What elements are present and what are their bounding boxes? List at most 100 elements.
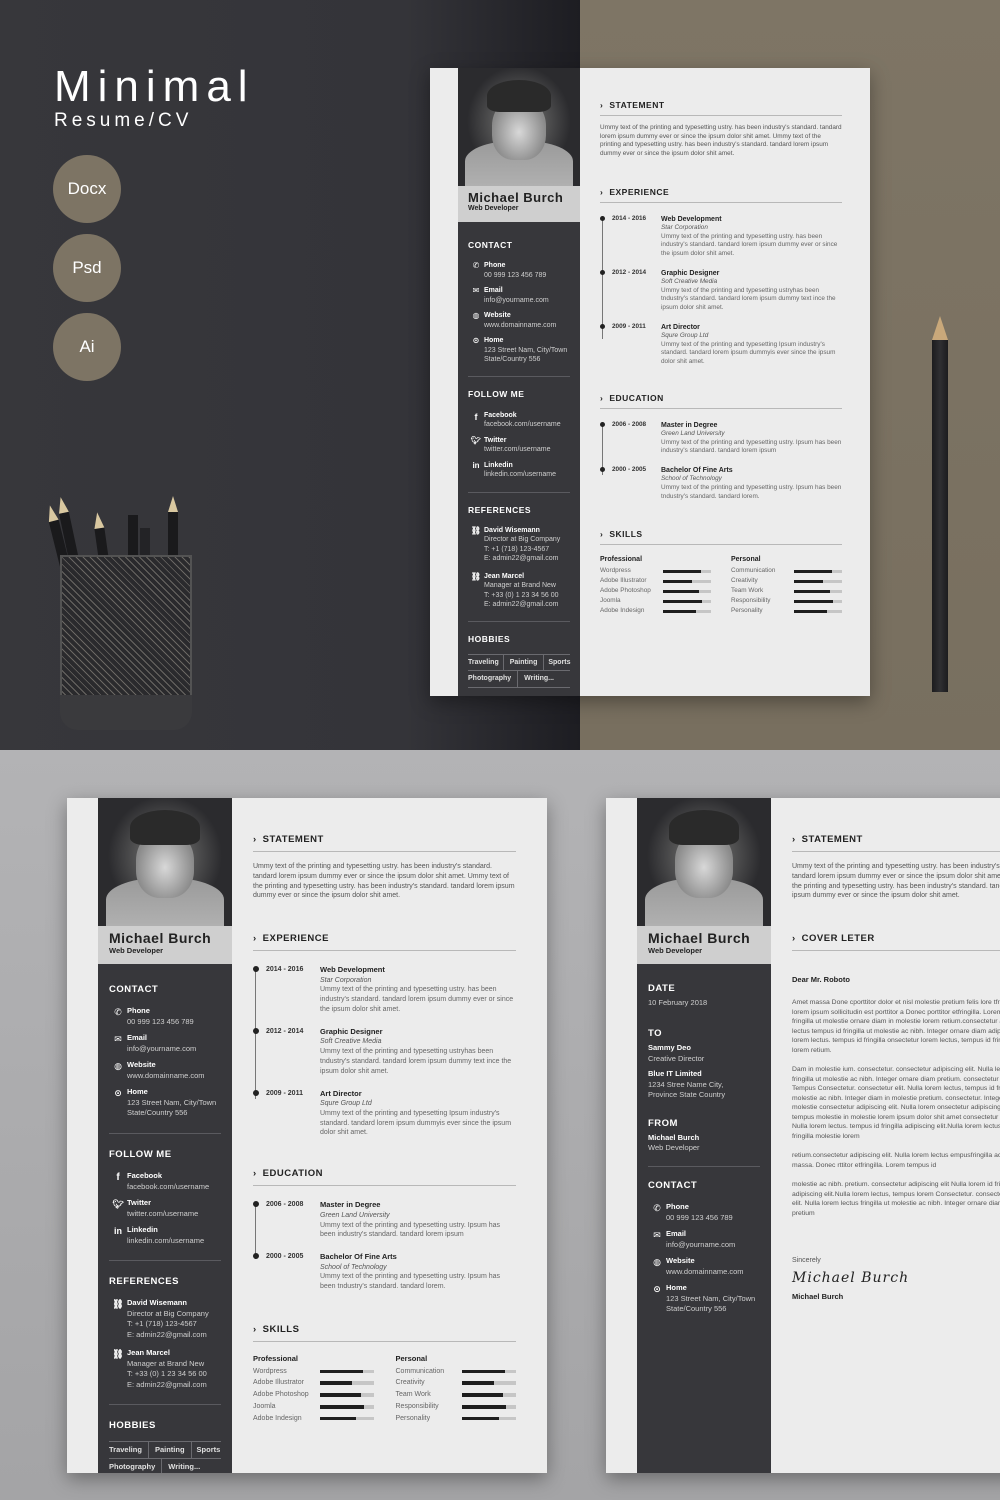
recipient-name: Sammy Deo: [648, 1043, 691, 1053]
closing: Sincerely: [792, 1256, 821, 1264]
skill-level-fill: [794, 589, 831, 593]
to-heading: TO: [648, 1027, 663, 1039]
experience-item: 2012 - 2014 Graphic Designer Soft Creative…: [253, 1027, 516, 1077]
statement-text: Ummy text of the printing and typesettin…: [253, 863, 515, 900]
experience-timeline: 2014 - 2016 Web Development Star Corporat…: [600, 215, 842, 367]
phone-icon: ✆: [114, 1007, 122, 1018]
recipient-address: 1234 Stree Name City,: [648, 1079, 724, 1089]
recipient-address: Province State Country: [648, 1090, 726, 1100]
follow-heading: FOLLOW ME: [468, 389, 525, 400]
candidate-name: Michael Burch: [468, 190, 564, 205]
phone-icon: ✆: [472, 261, 480, 271]
follow-facebook[interactable]: f Facebook facebook.com/username: [109, 1171, 221, 1192]
skill-name: Wordpress: [600, 566, 631, 574]
skill-level-bar: [663, 569, 711, 573]
name-bar: Michael Burch Web Developer: [458, 186, 580, 222]
location-pin-icon: ⊙: [472, 336, 480, 346]
link-icon: ⛓: [112, 1299, 124, 1310]
contact-website: ◍ Website www.domainname.com: [468, 311, 570, 330]
skill-level-fill: [462, 1369, 506, 1374]
timeline-dot: [600, 269, 605, 275]
experience-heading: › EXPERIENCE: [600, 187, 842, 203]
recipient-title: Creative Director: [648, 1053, 705, 1063]
experience-item: 2014 - 2016 Web Development Star Corporati…: [253, 965, 516, 1015]
skill-level-bar: [462, 1393, 516, 1397]
contact-heading: CONTACT: [648, 1179, 698, 1191]
skill-name: Responsibility: [731, 597, 771, 605]
from-heading: FROM: [648, 1117, 678, 1129]
skill-row: Adobe Photoshop: [253, 1390, 374, 1400]
divider: [468, 621, 570, 623]
education-heading: › EDUCATION: [600, 393, 842, 409]
skill-row: Joomla: [253, 1402, 374, 1412]
skill-row: Responsibility: [731, 597, 842, 606]
linkedin-icon: in: [114, 1226, 122, 1237]
experience-timeline: 2014 - 2016 Web Development Star Corporati…: [253, 965, 516, 1138]
experience-item: 2012 - 2014 Graphic Designer Soft Creativ…: [600, 269, 842, 313]
hobby-tag: Painting: [149, 1441, 192, 1459]
resume-sidebar: Michael Burch Web Developer CONTACT ✆ Pho…: [98, 798, 232, 1473]
skill-name: Joomla: [600, 597, 621, 605]
contact-phone: ✆ Phone 00 999 123 456 789: [648, 1202, 760, 1223]
contact-home: ⊙ Home 123 Street Nam, City/Town State/Coun…: [109, 1087, 221, 1119]
chevron-right-icon: ›: [792, 834, 796, 845]
skill-level-fill: [794, 579, 823, 583]
skill-level-bar: [462, 1405, 516, 1409]
skill-level-bar: [663, 579, 711, 583]
skill-name: Adobe Photoshop: [600, 587, 651, 594]
skills-section: Professional Wordpress Adobe Illustrator A…: [600, 555, 842, 616]
salutation: Dear Mr. Roboto: [792, 975, 850, 985]
skill-row: Personality: [396, 1414, 516, 1424]
skill-level-bar: [794, 569, 842, 573]
follow-facebook[interactable]: f Facebook facebook.com/username: [468, 411, 570, 430]
skill-level-fill: [663, 599, 703, 603]
follow-heading: FOLLOW ME: [109, 1148, 172, 1160]
skill-row: Team Work: [731, 587, 842, 596]
skill-level-bar: [462, 1381, 516, 1385]
skill-level-bar: [319, 1369, 374, 1374]
contact-heading: CONTACT: [468, 240, 513, 250]
divider: [109, 1132, 221, 1134]
skill-level-fill: [462, 1405, 507, 1409]
letter-date: 10 February 2018: [648, 998, 708, 1008]
skill-level-fill: [319, 1381, 352, 1385]
statement-text: Ummy text of the printing and typesettin…: [792, 863, 1000, 900]
skill-level-fill: [462, 1381, 495, 1385]
contact-website: ◍ Website www.domainname.com: [648, 1256, 760, 1277]
chevron-right-icon: ›: [600, 100, 604, 110]
skill-level-fill: [319, 1405, 364, 1409]
timeline-dot: [600, 466, 605, 472]
divider: [468, 491, 570, 493]
facebook-icon: f: [474, 411, 478, 422]
skills-heading: › SKILLS: [600, 529, 842, 546]
divider: [648, 1165, 760, 1167]
follow-twitter[interactable]: 🐦︎ Twitter twitter.com/username: [468, 436, 570, 455]
hobbies-heading: HOBBIES: [109, 1420, 156, 1432]
format-badge-docx: Docx: [53, 155, 121, 223]
link-icon: ⛓: [470, 571, 482, 581]
follow-twitter[interactable]: 🐦︎ Twitter twitter.com/username: [109, 1198, 221, 1219]
follow-linkedin[interactable]: in Linkedin linkedin.com/username: [468, 461, 570, 480]
globe-icon: ◍: [114, 1061, 122, 1072]
globe-icon: ◍: [472, 311, 480, 321]
hobby-tag: Writing...: [524, 675, 554, 683]
contact-home: ⊙ Home 123 Street Nam, City/Town State/Coun…: [648, 1283, 760, 1315]
candidate-role: Web Developer: [109, 946, 164, 955]
skill-level-fill: [794, 569, 833, 573]
skill-level-bar: [663, 589, 711, 593]
follow-linkedin[interactable]: in Linkedin linkedin.com/username: [109, 1225, 221, 1246]
skill-row: Wordpress: [600, 567, 711, 576]
pencil-icon: [932, 316, 948, 692]
skill-name: Wordpress: [253, 1367, 287, 1375]
facebook-icon: f: [116, 1172, 120, 1184]
skill-name: Responsibility: [395, 1402, 439, 1410]
email-icon: ✉: [114, 1034, 122, 1045]
contact-home: ⊙ Home 123 Street Nam, City/Town State/Cou…: [468, 336, 570, 364]
hobbies-list: Traveling Painting Sports Photography Writi…: [109, 1440, 221, 1473]
hobby-tag: Sports: [196, 1444, 221, 1454]
skills-section: Professional Wordpress Adobe Illustrator A…: [253, 1354, 516, 1423]
hobbies-heading: HOBBIES: [468, 634, 511, 645]
experience-heading: › EXPERIENCE: [253, 933, 516, 952]
resume-page-top: Michael Burch Web Developer CONTACT ✆ Ph…: [430, 68, 870, 696]
skill-row: Adobe Illustrator: [253, 1378, 374, 1388]
